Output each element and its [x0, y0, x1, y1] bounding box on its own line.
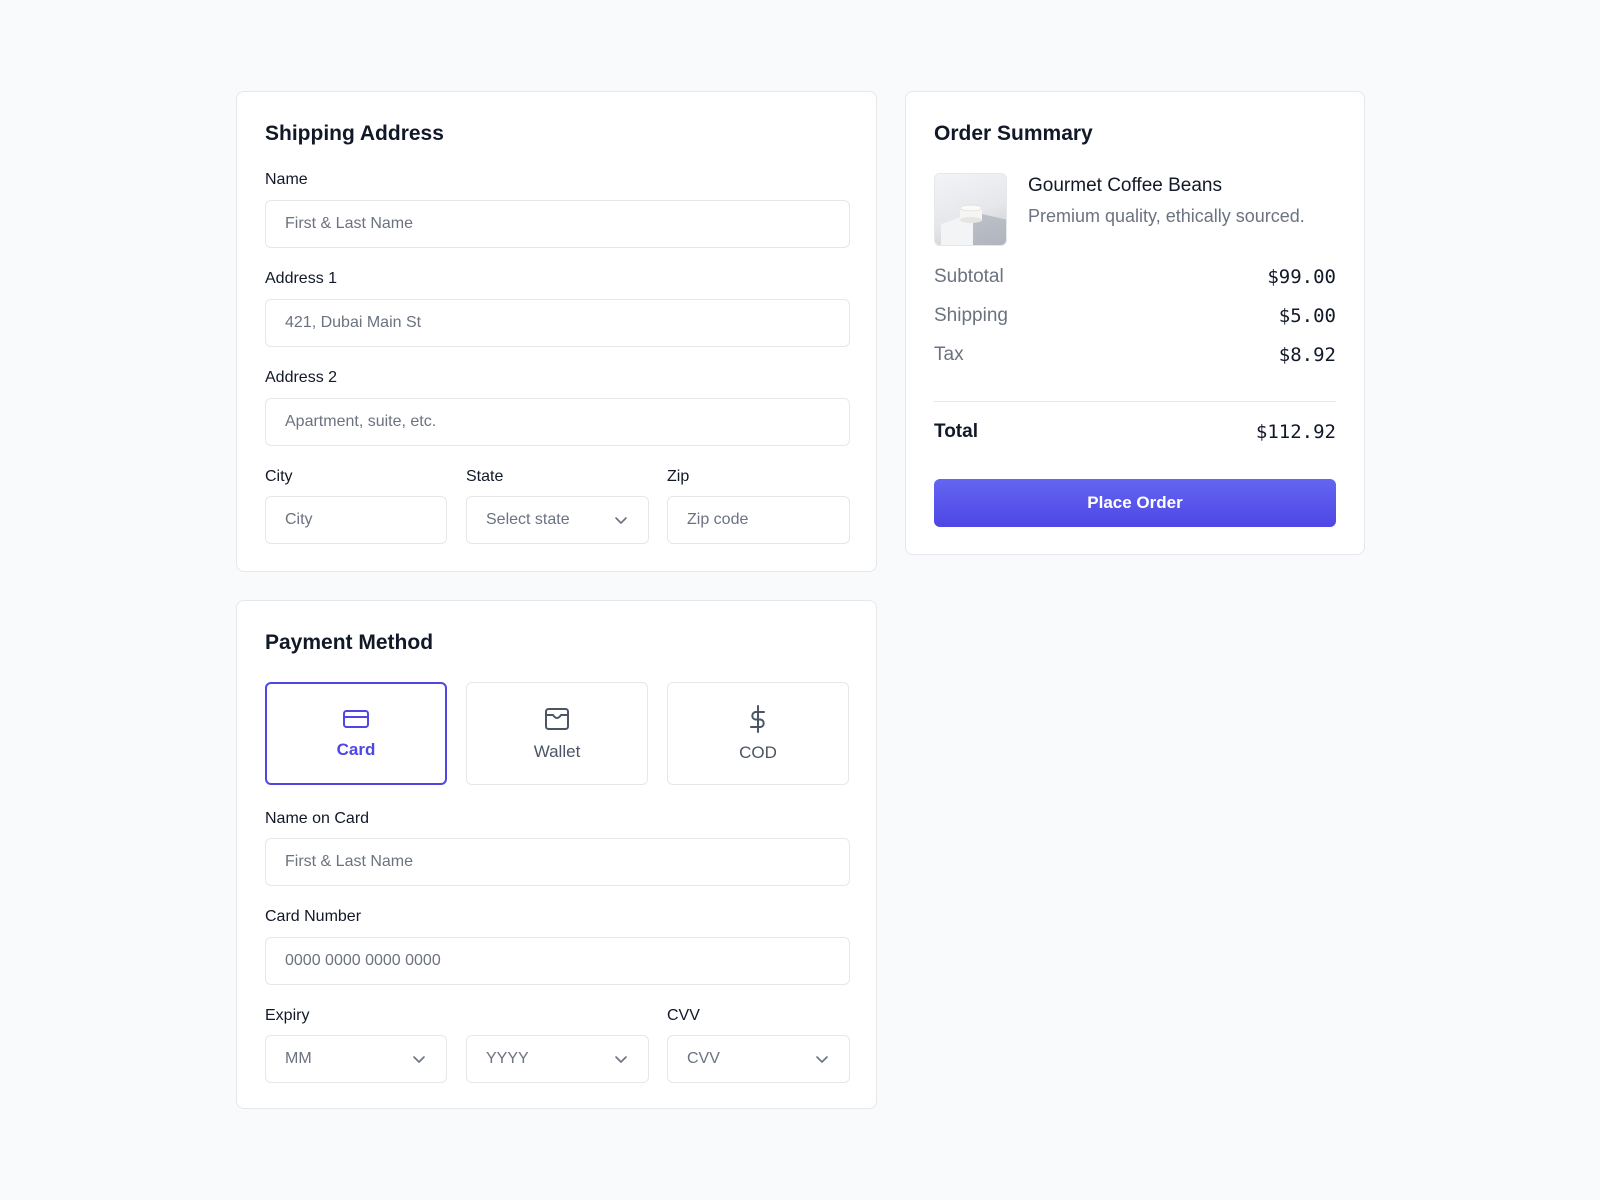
order-summary-card: Order Summary Gourmet Coffee Beans Premi… [905, 91, 1365, 555]
tax-value: $8.92 [1278, 344, 1336, 366]
payment-method-title: Payment Method [265, 631, 434, 654]
chevron-down-icon [615, 1056, 627, 1063]
credit-card-icon [343, 709, 369, 728]
payment-method-card: Payment Method Card Wallet COD Name on C… [236, 600, 877, 1109]
tax-label: Tax [934, 344, 964, 365]
card-number-label: Card Number [265, 908, 362, 925]
city-input-placeholder: City [285, 511, 313, 528]
shipping-value: $5.00 [1278, 305, 1336, 327]
place-order-button[interactable]: Place Order [934, 479, 1336, 527]
cvv-placeholder: CVV [687, 1050, 720, 1067]
payment-option-wallet-label: Wallet [533, 741, 581, 761]
payment-option-cod[interactable]: COD [667, 682, 849, 785]
shipping-address-card: Shipping Address Name First & Last Name … [236, 91, 877, 572]
expiry-year-placeholder: YYYY [486, 1050, 529, 1067]
summary-divider [934, 401, 1336, 402]
address1-input-value: 421, Dubai Main St [285, 314, 422, 331]
shipping-address-title: Shipping Address [265, 122, 444, 145]
city-label: City [265, 468, 293, 485]
name-label: Name [265, 171, 308, 188]
total-label: Total [934, 421, 978, 442]
expiry-month-placeholder: MM [285, 1050, 312, 1067]
cvv-select[interactable]: CVV [667, 1035, 850, 1083]
city-input[interactable]: City [265, 496, 447, 544]
state-label: State [466, 468, 504, 485]
address2-label: Address 2 [265, 369, 338, 386]
total-value: $112.92 [1255, 421, 1336, 443]
name-input-placeholder: First & Last Name [285, 215, 414, 232]
chevron-down-icon [816, 1056, 828, 1063]
subtotal-value: $99.00 [1267, 266, 1336, 288]
shipping-row: Shipping $5.00 [934, 305, 1336, 327]
expiry-year-select[interactable]: YYYY [466, 1035, 649, 1083]
subtotal-label: Subtotal [934, 266, 1004, 287]
expiry-month-select[interactable]: MM [265, 1035, 447, 1083]
expiry-label: Expiry [265, 1007, 310, 1024]
chevron-down-icon [615, 517, 627, 524]
card-number-input[interactable]: 0000 0000 0000 0000 [265, 937, 850, 985]
shipping-label: Shipping [934, 305, 1008, 326]
product-description: Premium quality, ethically sourced. [1028, 206, 1305, 226]
order-summary-title: Order Summary [934, 122, 1093, 145]
name-on-card-label: Name on Card [265, 810, 370, 827]
payment-option-card[interactable]: Card [265, 682, 447, 785]
name-on-card-placeholder: First & Last Name [285, 853, 414, 870]
subtotal-row: Subtotal $99.00 [934, 266, 1336, 288]
total-row: Total $112.92 [934, 421, 1336, 443]
payment-option-wallet[interactable]: Wallet [466, 682, 648, 785]
product-name: Gourmet Coffee Beans [1028, 175, 1222, 196]
address2-input-placeholder: Apartment, suite, etc. [285, 413, 437, 430]
state-select-placeholder: Select state [486, 511, 570, 528]
address1-label: Address 1 [265, 270, 338, 287]
address1-input[interactable]: 421, Dubai Main St [265, 299, 850, 347]
address2-input[interactable]: Apartment, suite, etc. [265, 398, 850, 446]
state-select[interactable]: Select state [466, 496, 649, 544]
dollar-icon [750, 704, 765, 733]
name-input[interactable]: First & Last Name [265, 200, 850, 248]
card-number-placeholder: 0000 0000 0000 0000 [285, 952, 441, 969]
zip-label: Zip [667, 468, 690, 485]
zip-input[interactable]: Zip code [667, 496, 850, 544]
chevron-down-icon [413, 1056, 425, 1063]
name-on-card-input[interactable]: First & Last Name [265, 838, 850, 886]
wallet-icon [545, 707, 569, 730]
payment-option-card-label: Card [336, 739, 376, 759]
product-image [934, 173, 1007, 246]
tax-row: Tax $8.92 [934, 344, 1336, 366]
payment-option-cod-label: COD [739, 742, 777, 762]
cvv-label: CVV [667, 1007, 700, 1024]
zip-input-placeholder: Zip code [687, 511, 749, 528]
